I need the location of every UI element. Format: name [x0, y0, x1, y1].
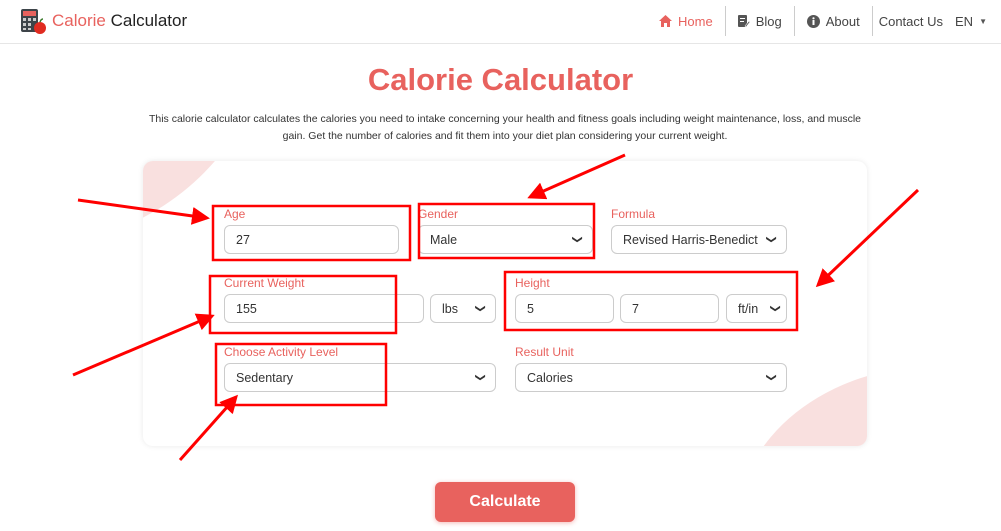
activity-select[interactable]: Sedentary ❯: [224, 363, 496, 392]
gender-value: Male: [430, 232, 458, 247]
calculator-form-card: Age 27 Gender Male ❯ Formula Revised Har…: [143, 161, 867, 446]
nav-home-label: Home: [678, 13, 713, 29]
nav-blog[interactable]: Blog: [726, 6, 794, 36]
result-unit-select[interactable]: Calories ❯: [515, 363, 787, 392]
activity-label: Choose Activity Level: [224, 345, 339, 359]
language-label: EN: [955, 13, 974, 29]
chevron-down-icon: ❯: [474, 304, 486, 313]
weight-value: 155: [236, 301, 257, 316]
height-feet-value: 5: [527, 301, 534, 316]
gender-label: Gender: [418, 207, 459, 221]
age-label: Age: [224, 207, 246, 221]
result-unit-label: Result Unit: [515, 345, 574, 359]
weight-label: Current Weight: [224, 276, 305, 290]
chevron-down-icon: ❯: [474, 373, 486, 382]
brand-name-accent: Calorie: [52, 11, 106, 30]
nav-contact-label: Contact Us: [878, 13, 944, 29]
height-feet-input[interactable]: 5: [515, 294, 614, 323]
chevron-down-icon: ❯: [571, 235, 583, 244]
chevron-down-icon: ❯: [769, 304, 781, 313]
age-value: 27: [236, 232, 250, 247]
caret-down-icon: ▼: [979, 16, 987, 26]
formula-value: Revised Harris-Benedict: [623, 232, 758, 247]
home-icon: [659, 15, 672, 27]
edit-note-icon: [737, 14, 750, 27]
activity-value: Sedentary: [236, 370, 293, 385]
height-inches-input[interactable]: 7: [620, 294, 719, 323]
weight-unit-select[interactable]: lbs ❯: [430, 294, 496, 323]
info-icon: [806, 14, 820, 28]
calculator-apple-icon: [19, 7, 47, 35]
brand-logo-link[interactable]: Calorie Calculator: [19, 7, 187, 35]
brand-name: Calorie Calculator: [52, 11, 187, 31]
formula-select[interactable]: Revised Harris-Benedict ❯: [611, 225, 787, 254]
height-unit-value: ft/in: [738, 301, 759, 316]
height-unit-select[interactable]: ft/in ❯: [726, 294, 787, 323]
chevron-down-icon: ❯: [765, 235, 777, 244]
weight-input[interactable]: 155: [224, 294, 424, 323]
age-input[interactable]: 27: [224, 225, 399, 254]
main-nav: Home Blog About Contact Us EN ▼: [647, 6, 1001, 36]
nav-blog-label: Blog: [755, 13, 782, 29]
nav-contact[interactable]: Contact Us: [873, 6, 949, 36]
result-unit-value: Calories: [527, 370, 573, 385]
calculate-button[interactable]: Calculate: [435, 482, 575, 522]
weight-unit-value: lbs: [442, 301, 458, 316]
navbar: Calorie Calculator Home Blog About Conta…: [0, 0, 1001, 44]
page-title: Calorie Calculator: [367, 62, 634, 97]
height-inches-value: 7: [632, 301, 639, 316]
nav-about[interactable]: About: [795, 6, 872, 36]
language-dropdown[interactable]: EN ▼: [949, 6, 1001, 36]
nav-about-label: About: [825, 13, 860, 29]
intro-text: This calorie calculator calculates the c…: [148, 113, 862, 142]
brand-name-dark: Calculator: [110, 11, 188, 30]
chevron-down-icon: ❯: [765, 373, 777, 382]
formula-label: Formula: [611, 207, 656, 221]
gender-select[interactable]: Male ❯: [418, 225, 593, 254]
height-label: Height: [515, 276, 550, 290]
nav-home[interactable]: Home: [647, 6, 725, 36]
